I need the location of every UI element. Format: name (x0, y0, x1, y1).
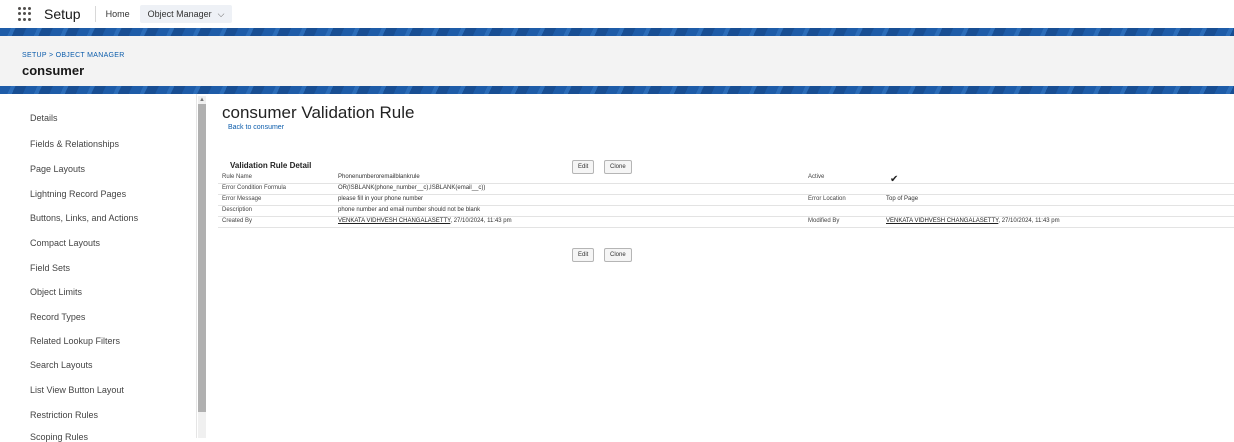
sidebar-item-related-lookup-filters[interactable]: Related Lookup Filters (30, 336, 120, 346)
nav-tab-object-manager[interactable]: Object Manager ⌵ (139, 5, 233, 23)
sidebar-item-record-types[interactable]: Record Types (30, 312, 85, 322)
modified-by-user-link[interactable]: VENKATA VIDHVESH CHANGALASETTY (886, 218, 998, 224)
detail-row: Description phone number and email numbe… (218, 206, 1234, 217)
created-by-label: Created By (222, 218, 253, 224)
error-message-value: please fill in your phone number (338, 196, 424, 202)
error-message-label: Error Message (222, 196, 262, 202)
scroll-up-icon[interactable]: ▲ (198, 96, 206, 104)
sidebar-item-fields-relationships[interactable]: Fields & Relationships (30, 139, 119, 149)
rule-name-label: Rule Name (222, 174, 253, 180)
sidebar-item-object-limits[interactable]: Object Limits (30, 287, 82, 297)
chevron-down-icon[interactable]: ⌵ (218, 9, 225, 20)
back-to-consumer-link[interactable]: Back to consumer (228, 124, 284, 131)
sidebar-item-page-layouts[interactable]: Page Layouts (30, 164, 85, 174)
sidebar-item-lightning-record-pages[interactable]: Lightning Record Pages (30, 189, 126, 199)
edit-button[interactable]: Edit (572, 160, 595, 174)
detail-row: Created By VENKATA VIDHVESH CHANGALASETT… (218, 217, 1234, 228)
error-location-value: Top of Page (886, 196, 919, 202)
modified-by-date: , 27/10/2024, 11:43 pm (998, 218, 1060, 224)
description-value: phone number and email number should not… (338, 207, 481, 213)
error-location-label: Error Location (808, 196, 846, 202)
breadcrumb[interactable]: SETUP > OBJECT MANAGER (22, 52, 125, 59)
sidebar-item-field-sets[interactable]: Field Sets (30, 263, 70, 273)
global-nav: Setup Home Object Manager ⌵ (0, 0, 1234, 29)
formula-label: Error Condition Formula (222, 185, 287, 191)
rule-name-value: Phonenumberoremailblankrule (338, 174, 420, 180)
modified-by-label: Modified By (808, 218, 840, 224)
sidebar-item-details[interactable]: Details (30, 113, 58, 123)
formula-value: OR(ISBLANK(phone_number__c),ISBLANK(emai… (338, 185, 486, 191)
nav-tab-home[interactable]: Home (106, 9, 130, 19)
page-header: SETUP > OBJECT MANAGER consumer (0, 36, 1234, 86)
created-by-value: VENKATA VIDHVESH CHANGALASETTY, 27/10/20… (338, 218, 512, 224)
scrollbar-thumb[interactable] (198, 104, 206, 412)
header-band (0, 28, 1234, 36)
app-launcher-icon[interactable] (18, 7, 32, 21)
detail-row: Rule Name Phonenumberoremailblankrule Ac… (218, 173, 1234, 185)
modified-by-value: VENKATA VIDHVESH CHANGALASETTY, 27/10/20… (886, 218, 1060, 224)
created-by-user-link[interactable]: VENKATA VIDHVESH CHANGALASETTY (338, 218, 450, 224)
sidebar-item-scoping-rules[interactable]: Scoping Rules (30, 432, 88, 442)
validation-rule-title: consumer Validation Rule (222, 103, 415, 122)
sidebar-item-restriction-rules[interactable]: Restriction Rules (30, 410, 98, 420)
sidebar-item-search-layouts[interactable]: Search Layouts (30, 360, 93, 370)
sidebar-item-list-view-button-layout[interactable]: List View Button Layout (30, 385, 124, 395)
description-label: Description (222, 207, 253, 213)
validation-rule-detail-table: Rule Name Phonenumberoremailblankrule Ac… (218, 173, 1234, 228)
object-sidebar: Details Fields & Relationships Page Layo… (0, 94, 197, 442)
detail-row: Error Message please fill in your phone … (218, 195, 1234, 206)
edit-button-bottom[interactable]: Edit (572, 248, 595, 262)
app-name: Setup (44, 6, 81, 22)
sidebar-scrollbar[interactable]: ▲ (198, 96, 206, 438)
created-by-date: , 27/10/2024, 11:43 pm (450, 218, 512, 224)
detail-row: Error Condition Formula OR(ISBLANK(phone… (218, 184, 1234, 195)
page-title: consumer (22, 63, 85, 78)
active-label: Active (808, 174, 825, 180)
header-band-bottom (0, 86, 1234, 94)
sidebar-item-buttons-links-actions[interactable]: Buttons, Links, and Actions (30, 213, 138, 223)
sidebar-item-compact-layouts[interactable]: Compact Layouts (30, 238, 100, 248)
clone-button[interactable]: Clone (604, 160, 632, 174)
clone-button-bottom[interactable]: Clone (604, 248, 632, 262)
section-title: Validation Rule Detail (230, 161, 312, 170)
nav-divider (94, 6, 96, 22)
nav-tab-object-manager-label: Object Manager (147, 9, 212, 19)
